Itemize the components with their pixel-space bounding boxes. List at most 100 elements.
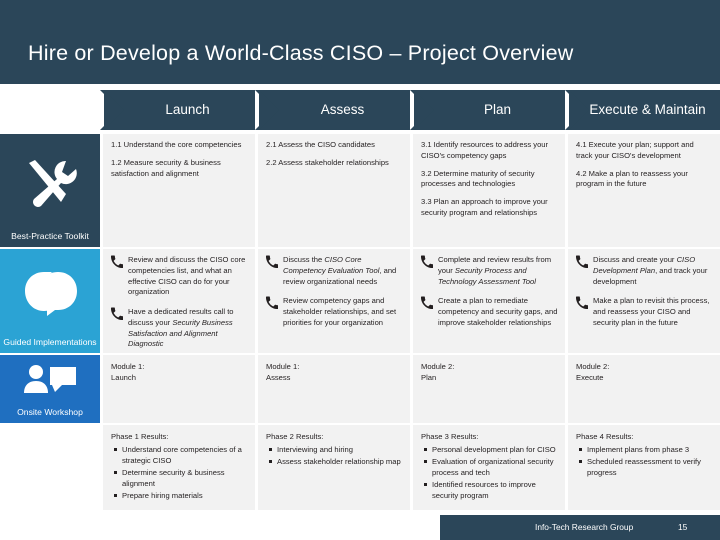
- step-item: 2.2 Assess stakeholder relationships: [266, 157, 389, 167]
- chevron-notch-icon-3: [565, 90, 589, 130]
- step-item: 1.1 Understand the core competencies: [111, 140, 242, 149]
- step-item: 1.2 Measure security & business satisfac…: [111, 157, 221, 178]
- module-name: Execute: [576, 373, 604, 383]
- list-item: Understand core competencies of a strate…: [111, 444, 247, 466]
- page-title: Hire or Develop a World-Class CISO – Pro…: [28, 41, 574, 65]
- results-heading: Phase 4 Results:: [576, 432, 634, 441]
- chevron-notch-icon-0: [100, 90, 124, 130]
- list-item: Determine security & business alignment: [111, 467, 247, 489]
- guided-call-item: Discuss the CISO Core Competency Evaluat…: [262, 255, 406, 287]
- results-cell-phase-1: Phase 1 Results: Understand core compete…: [103, 425, 255, 510]
- phone-icon: [265, 255, 278, 268]
- phone-icon: [420, 296, 433, 310]
- step-item: 3.3 Plan an approach to improve your sec…: [421, 197, 548, 217]
- module-cell-plan: Module 2: Plan: [413, 355, 565, 423]
- presenter-icon: [0, 355, 100, 407]
- guided-cell-execute: Discuss and create your CISO Development…: [568, 249, 720, 353]
- guided-cell-assess: Discuss the CISO Core Competency Evaluat…: [258, 249, 410, 353]
- guided-text: Complete and review results from your Se…: [438, 255, 552, 286]
- page-number: 15: [678, 522, 688, 532]
- slide: Hire or Develop a World-Class CISO – Pro…: [0, 0, 720, 540]
- guided-text: Make a plan to revisit this process, and…: [593, 296, 710, 327]
- list-item: Assess stakeholder relationship map: [266, 456, 402, 467]
- step-item: 3.1 Identify resources to address your C…: [421, 140, 549, 160]
- phone-icon: [110, 307, 123, 321]
- chevron-notch-icon-2: [410, 90, 434, 130]
- step-item: 3.2 Determine maturity of security proce…: [421, 168, 535, 189]
- guided-call-item: Have a dedicated results call to discuss…: [107, 307, 251, 350]
- phase-tab-assess[interactable]: Assess: [275, 90, 410, 130]
- results-list: Interviewing and hiring Assess stakehold…: [266, 444, 402, 467]
- results-list: Implement plans from phase 3 Scheduled r…: [576, 444, 712, 478]
- module-cell-launch: Module 1: Launch: [103, 355, 255, 423]
- guided-call-item: Discuss and create your CISO Development…: [572, 255, 716, 287]
- tools-icon: [0, 134, 100, 231]
- results-cell-phase-4: Phase 4 Results: Implement plans from ph…: [568, 425, 720, 510]
- footer-bar: Info-Tech Research Group 15: [440, 515, 720, 540]
- results-cell-phase-2: Phase 2 Results: Interviewing and hiring…: [258, 425, 410, 510]
- results-cell-phase-3: Phase 3 Results: Personal development pl…: [413, 425, 565, 510]
- guided-call-item: Create a plan to remediate competency an…: [417, 296, 561, 328]
- module-name: Plan: [421, 373, 437, 383]
- guided-text: Review competency gaps and stakeholder r…: [283, 296, 397, 327]
- step-item: 4.2 Make a plan to reassess your program…: [576, 168, 688, 189]
- results-heading: Phase 1 Results:: [111, 432, 169, 441]
- chevron-notch-icon-1: [255, 90, 279, 130]
- sidebar-item-label: Onsite Workshop: [17, 407, 83, 418]
- guided-cell-launch: Review and discuss the CISO core compete…: [103, 249, 255, 353]
- heads-icon: [0, 249, 100, 337]
- guided-call-item: Make a plan to revisit this process, and…: [572, 296, 716, 328]
- list-item: Interviewing and hiring: [266, 444, 402, 455]
- guided-text: Have a dedicated results call to discuss…: [128, 307, 234, 349]
- list-item: Prepare hiring materials: [111, 490, 247, 501]
- guided-text: Review and discuss the CISO core compete…: [128, 255, 246, 297]
- company-name: Info-Tech Research Group: [535, 522, 634, 532]
- phase-tab-launch[interactable]: Launch: [120, 90, 255, 130]
- module-number: Module 2:: [421, 362, 455, 371]
- sidebar-item-onsite-workshop[interactable]: Onsite Workshop: [0, 355, 100, 423]
- phase-label: Plan: [483, 102, 512, 118]
- sidebar-item-best-practice-toolkit[interactable]: Best-Practice Toolkit: [0, 134, 100, 247]
- module-cell-assess: Module 1: Assess: [258, 355, 410, 423]
- phase-header-bar: Launch Assess Plan Execute & Maintain: [100, 90, 720, 130]
- guided-call-item: Review competency gaps and stakeholder r…: [262, 296, 406, 328]
- list-item: Identified resources to improve security…: [421, 479, 557, 501]
- sidebar-item-label: Best-Practice Toolkit: [11, 231, 89, 242]
- guided-text: Discuss and create your CISO Development…: [593, 255, 708, 286]
- phone-icon: [265, 296, 278, 310]
- results-list: Understand core competencies of a strate…: [111, 444, 247, 501]
- list-item: Personal development plan for CISO: [421, 444, 557, 455]
- steps-cell-assess: 2.1 Assess the CISO candidates 2.2 Asses…: [258, 134, 410, 247]
- module-name: Assess: [266, 373, 291, 383]
- module-number: Module 1:: [111, 362, 145, 371]
- sidebar-item-guided-implementations[interactable]: Guided Implementations: [0, 249, 100, 353]
- guided-text: Discuss the CISO Core Competency Evaluat…: [283, 255, 397, 286]
- step-item: 2.1 Assess the CISO candidates: [266, 140, 375, 149]
- results-list: Personal development plan for CISO Evalu…: [421, 444, 557, 501]
- steps-cell-execute: 4.1 Execute your plan; support and track…: [568, 134, 720, 247]
- module-number: Module 1:: [266, 362, 300, 371]
- module-cell-execute: Module 2: Execute: [568, 355, 720, 423]
- title-bar: Hire or Develop a World-Class CISO – Pro…: [0, 0, 720, 84]
- guided-cell-plan: Complete and review results from your Se…: [413, 249, 565, 353]
- list-item: Evaluation of organizational security pr…: [421, 456, 557, 478]
- guided-text: Create a plan to remediate competency an…: [438, 296, 558, 327]
- module-number: Module 2:: [576, 362, 610, 371]
- list-item: Implement plans from phase 3: [576, 444, 712, 455]
- guided-call-item: Complete and review results from your Se…: [417, 255, 561, 287]
- phone-icon: [575, 296, 588, 310]
- step-item: 4.1 Execute your plan; support and track…: [576, 140, 694, 160]
- phase-tab-plan[interactable]: Plan: [430, 90, 565, 130]
- results-heading: Phase 2 Results:: [266, 432, 324, 441]
- phase-tab-execute-maintain[interactable]: Execute & Maintain: [585, 90, 710, 130]
- sidebar-item-label: Guided Implementations: [3, 337, 97, 348]
- phase-label: Assess: [320, 102, 365, 118]
- phone-icon: [420, 255, 433, 268]
- steps-cell-launch: 1.1 Understand the core competencies 1.2…: [103, 134, 255, 247]
- phase-label: Launch: [165, 102, 210, 118]
- phone-icon: [575, 255, 588, 268]
- list-item: Scheduled reassessment to verify progres…: [576, 456, 712, 478]
- module-name: Launch: [111, 373, 136, 383]
- phase-label: Execute & Maintain: [589, 102, 706, 118]
- guided-call-item: Review and discuss the CISO core compete…: [107, 255, 251, 298]
